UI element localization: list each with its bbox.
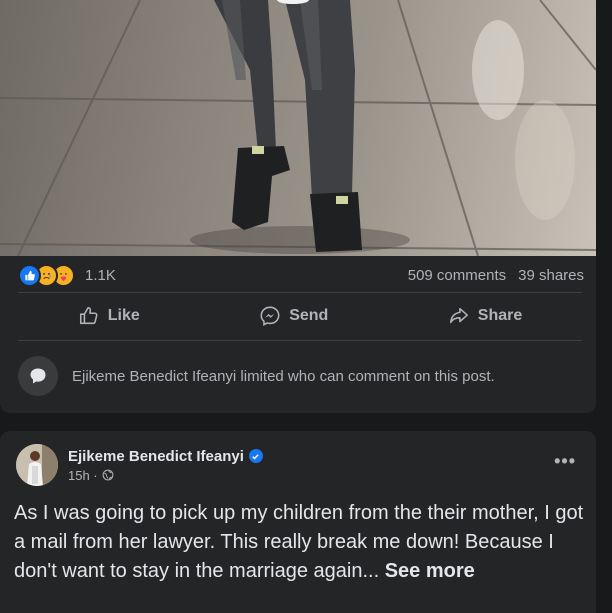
post-timestamp[interactable]: 15h · (68, 468, 98, 483)
limit-notice-text: Ejikeme Benedict Ifeanyi limited who can… (72, 367, 495, 385)
post-body: As I was going to pick up my children fr… (14, 502, 584, 582)
thumbs-up-icon (79, 306, 98, 325)
verified-badge-icon (248, 449, 263, 463)
like-reaction-icon (18, 263, 41, 287)
post-text: As I was going to pick up my children fr… (14, 499, 589, 586)
author-name[interactable]: Ejikeme Benedict Ifeanyi (68, 448, 244, 465)
share-button[interactable]: Share (420, 299, 550, 333)
divider (18, 340, 582, 341)
send-button[interactable]: Send (231, 299, 356, 333)
avatar[interactable] (16, 444, 58, 486)
comment-bubble-icon (18, 356, 58, 396)
messenger-icon (260, 306, 280, 327)
share-label: Share (477, 307, 523, 324)
post-actions: Like Send Share (18, 296, 582, 336)
comment-limit-notice: Ejikeme Benedict Ifeanyi limited who can… (18, 356, 582, 396)
post-card: 1.1K 509 comments 39 shares Like Send Sh… (0, 0, 596, 413)
avatar-image (16, 444, 58, 486)
feed: 1.1K 509 comments 39 shares Like Send Sh… (0, 0, 612, 613)
shares-count[interactable]: 39 shares (518, 267, 584, 284)
send-label: Send (289, 307, 329, 324)
share-arrow-icon (449, 307, 468, 324)
reaction-icons[interactable]: 1.1K (18, 263, 116, 287)
reaction-count: 1.1K (85, 266, 116, 284)
post-header: Ejikeme Benedict Ifeanyi 15h · ••• (16, 443, 580, 487)
comments-count[interactable]: 509 comments (408, 267, 506, 284)
photo-illustration (0, 0, 596, 256)
post-photo[interactable] (0, 0, 596, 256)
divider (18, 292, 582, 293)
reactions-summary: 1.1K 509 comments 39 shares (18, 262, 584, 288)
post-card: Ejikeme Benedict Ifeanyi 15h · ••• As I … (0, 431, 596, 613)
more-options-icon[interactable]: ••• (554, 451, 576, 472)
see-more-link[interactable]: See more (385, 560, 475, 582)
like-label: Like (107, 307, 140, 324)
globe-icon (102, 469, 114, 481)
like-button[interactable]: Like (50, 299, 168, 333)
